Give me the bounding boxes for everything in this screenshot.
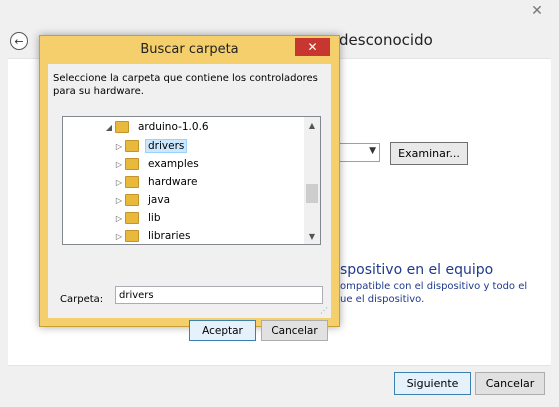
tree-scrollbar[interactable]: ▲ ▼ (304, 117, 320, 244)
wizard-cancel-button[interactable]: Cancelar (475, 372, 545, 395)
collapsed-icon[interactable]: ▷ (113, 232, 125, 241)
browse-folder-dialog: Buscar carpeta ✕ Seleccione la carpeta q… (39, 35, 340, 341)
background-titlebar: ✕ (0, 0, 559, 26)
tree-item-label: arduino-1.0.6 (138, 121, 209, 133)
folder-icon (125, 158, 139, 170)
tree-item-lib[interactable]: ▷ lib (113, 209, 164, 227)
folder-icon (125, 140, 139, 152)
tree-item-java[interactable]: ▷ java (113, 191, 173, 209)
folder-tree[interactable]: ◢ arduino-1.0.6 ▷ drivers ▷ examples ▷ h… (62, 116, 321, 245)
collapsed-icon[interactable]: ▷ (113, 142, 125, 151)
dialog-cancel-button[interactable]: Cancelar (261, 320, 328, 341)
folder-icon (125, 194, 139, 206)
accept-button[interactable]: Aceptar (189, 320, 256, 341)
back-arrow-icon: ← (14, 34, 24, 48)
tree-item-label: lib (148, 212, 161, 224)
next-button[interactable]: Siguiente (394, 372, 471, 395)
tree-item-label: java (148, 194, 170, 206)
tree-item-label: examples (148, 158, 199, 170)
folder-icon (125, 230, 139, 242)
folder-icon (125, 176, 139, 188)
tree-item-label: hardware (148, 176, 198, 188)
folder-field-label: Carpeta: (60, 294, 104, 305)
folder-icon (125, 212, 139, 224)
folder-input[interactable] (115, 286, 323, 304)
chevron-down-icon: ▼ (369, 146, 376, 156)
background-close-button[interactable]: ✕ (515, 0, 559, 22)
collapsed-icon[interactable]: ▷ (113, 196, 125, 205)
option-heading[interactable]: spositivo en el equipo (340, 262, 493, 278)
collapsed-icon[interactable]: ▷ (113, 178, 125, 187)
scroll-down-icon[interactable]: ▼ (304, 228, 320, 244)
collapsed-icon[interactable]: ▷ (113, 160, 125, 169)
close-icon: ✕ (531, 3, 543, 19)
collapsed-icon[interactable]: ▷ (113, 214, 125, 223)
tree-item-label: libraries (148, 230, 191, 242)
tree-item-drivers[interactable]: ▷ drivers (113, 137, 188, 155)
tree-item-arduino[interactable]: ◢ arduino-1.0.6 (103, 118, 212, 136)
browse-button[interactable]: Examinar... (390, 142, 468, 165)
dialog-titlebar[interactable]: Buscar carpeta ✕ (40, 36, 339, 64)
scroll-up-icon[interactable]: ▲ (304, 117, 320, 133)
dialog-prompt: Seleccione la carpeta que contiene los c… (53, 73, 318, 97)
scroll-thumb[interactable] (306, 184, 318, 203)
wizard-title: desconocido (339, 31, 433, 49)
option-description: ompatible con el dispositivo y todo el (340, 281, 528, 292)
folder-icon (115, 121, 129, 133)
dialog-close-button[interactable]: ✕ (295, 38, 330, 56)
tree-item-hardware[interactable]: ▷ hardware (113, 173, 200, 191)
dialog-body: Seleccione la carpeta que contiene los c… (48, 64, 331, 341)
expanded-icon[interactable]: ◢ (103, 123, 115, 132)
tree-item-examples[interactable]: ▷ examples (113, 155, 202, 173)
back-button[interactable]: ← (10, 32, 28, 50)
option-description-2: ue el dispositivo. (340, 294, 425, 305)
tree-item-label: drivers (145, 139, 188, 153)
tree-item-libraries[interactable]: ▷ libraries (113, 227, 193, 244)
close-icon: ✕ (307, 40, 318, 54)
resize-grip-icon[interactable]: ⋰ (320, 307, 328, 315)
